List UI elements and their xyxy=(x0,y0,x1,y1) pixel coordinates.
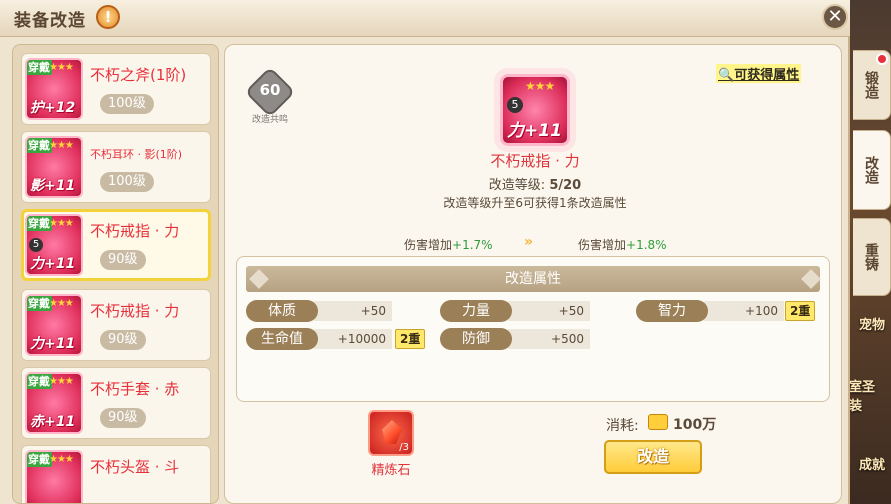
bg-label-holy: 室圣装 xyxy=(849,380,876,414)
stat-label: 智力 xyxy=(636,300,708,322)
equipment-icon: 穿戴 ★★★ 5 力+11 xyxy=(25,214,83,276)
equipment-icon: 穿戴 ★★★ 赤+11 xyxy=(25,372,83,434)
tab-recast[interactable]: 重铸 xyxy=(853,218,891,296)
stat-constitution: +50 体质 xyxy=(246,300,392,322)
stat-strength: +50 力量 xyxy=(440,300,590,322)
close-icon[interactable]: ✕ xyxy=(822,4,848,30)
equipment-level: 90级 xyxy=(100,408,146,428)
stars-icon: ★★★ xyxy=(49,454,74,465)
stat-label: 防御 xyxy=(440,328,512,350)
gold-coin-icon xyxy=(648,414,668,430)
resonance-badge[interactable]: 60 改造共鸣 xyxy=(244,66,296,125)
equipment-name: 不朽之斧(1阶) xyxy=(90,66,187,84)
bg-label-achievement: 成就 xyxy=(858,458,885,473)
material-count: /3 xyxy=(399,442,409,453)
equipment-list[interactable]: 穿戴 ★★★ 护+12 不朽之斧(1阶) 100级 穿戴 ★★★ 影+11 不朽… xyxy=(12,44,219,504)
help-icon[interactable]: ! xyxy=(96,5,120,29)
list-item[interactable]: 穿戴 ★★★ 护+12 不朽之斧(1阶) 100级 xyxy=(21,53,211,125)
attributes-header: 改造属性 xyxy=(246,266,820,292)
refine-level: 改造等级: 5/20 xyxy=(488,178,582,193)
list-item[interactable]: 穿戴 ★★★ 影+11 不朽耳环 · 影(1阶) 100级 xyxy=(21,131,211,203)
list-item-selected[interactable]: 穿戴 ★★★ 5 力+11 不朽戒指 · 力 90级 xyxy=(21,209,211,281)
equipment-level: 90级 xyxy=(100,250,146,270)
stat-value: +500 xyxy=(508,329,590,349)
stat-defense: +500 防御 xyxy=(440,328,590,350)
stat-hp: +10000 生命值 xyxy=(246,328,392,350)
double-badge: 2重 xyxy=(785,301,816,321)
stat-label: 力量 xyxy=(440,300,512,322)
enhance-level: 力+11 xyxy=(30,336,76,352)
stars-icon: ★★★ xyxy=(49,62,74,73)
equipment-icon: 穿戴 ★★★ xyxy=(25,450,83,503)
equipment-icon: 穿戴 ★★★ 力+11 xyxy=(25,294,83,356)
cost-value: 100万 xyxy=(673,417,717,433)
stat-label: 生命值 xyxy=(246,328,318,350)
refine-hint: 改造等级升至6可获得1条改造属性 xyxy=(443,196,627,210)
stars-icon: ★★★ xyxy=(49,376,74,387)
enhance-level: 赤+11 xyxy=(30,414,76,430)
window-title: 装备改造 xyxy=(14,11,86,31)
equipment-icon: 穿戴 ★★★ 影+11 xyxy=(25,136,83,198)
equipment-name: 不朽戒指 · 力 xyxy=(90,222,180,240)
enhance-level: 影+11 xyxy=(30,178,76,194)
equipment-level: 90级 xyxy=(100,330,146,350)
resonance-value: 60 xyxy=(259,81,281,99)
list-item[interactable]: 穿戴 ★★★ 不朽头盔 · 斗 xyxy=(21,445,211,503)
stat-label: 体质 xyxy=(246,300,318,322)
stat-value: +50 xyxy=(508,301,590,321)
enhance-level: 力+11 xyxy=(30,256,76,272)
bg-label-pet: 宠物 xyxy=(858,318,885,333)
gem-icon xyxy=(382,420,402,444)
title-bar: 装备改造 ! ✕ xyxy=(0,0,850,37)
stat-intelligence: +100 智力 xyxy=(636,300,784,322)
tab-reforge[interactable]: 改造 xyxy=(853,130,891,210)
selected-equipment-icon: ★★★ 5 力+11 xyxy=(500,74,570,146)
reforge-button[interactable]: 改造 xyxy=(604,440,702,474)
stat-value: +50 xyxy=(314,301,392,321)
equipment-level: 100级 xyxy=(100,172,154,192)
selected-equipment-name: 不朽戒指 · 力 xyxy=(490,152,580,170)
arrow-right-icon: » xyxy=(524,234,534,250)
cost-label: 消耗: xyxy=(606,418,639,434)
damage-next: 伤害增加+1.8% xyxy=(578,238,667,252)
list-item[interactable]: 穿戴 ★★★ 赤+11 不朽手套 · 赤 90级 xyxy=(21,367,211,439)
list-item[interactable]: 穿戴 ★★★ 力+11 不朽戒指 · 力 90级 xyxy=(21,289,211,361)
stars-icon: ★★★ xyxy=(49,298,74,309)
stars-icon: ★★★ xyxy=(49,218,74,229)
equipment-reforge-window: 装备改造 ! ✕ 穿戴 ★★★ 护+12 不朽之斧(1阶) 100级 穿戴 ★★… xyxy=(0,0,850,504)
equipment-name: 不朽手套 · 赤 xyxy=(90,380,180,398)
stars-icon: ★★★ xyxy=(525,79,555,93)
double-badge: 2重 xyxy=(395,329,426,349)
equipment-name: 不朽耳环 · 影(1阶) xyxy=(90,148,183,161)
equipment-name: 不朽头盔 · 斗 xyxy=(90,458,180,476)
resonance-caption: 改造共鸣 xyxy=(251,115,288,125)
obtainable-attributes-link[interactable]: 🔍可获得属性 xyxy=(716,64,802,83)
refine-count: 5 xyxy=(29,238,43,252)
refine-stone-slot[interactable]: /3 xyxy=(368,410,414,456)
equipment-name: 不朽戒指 · 力 xyxy=(90,302,180,320)
enhance-level: 护+12 xyxy=(30,100,76,116)
stars-icon: ★★★ xyxy=(49,140,74,151)
enhance-level: 力+11 xyxy=(507,121,562,141)
material-name: 精炼石 xyxy=(371,463,411,478)
notification-dot xyxy=(876,53,888,65)
equipment-level: 100级 xyxy=(100,94,154,114)
damage-current: 伤害增加+1.7% xyxy=(404,238,493,252)
stat-value: +10000 xyxy=(314,329,392,349)
equipment-icon: 穿戴 ★★★ 护+12 xyxy=(25,58,83,120)
stat-value: +100 xyxy=(704,301,784,321)
refine-count: 5 xyxy=(507,97,523,113)
